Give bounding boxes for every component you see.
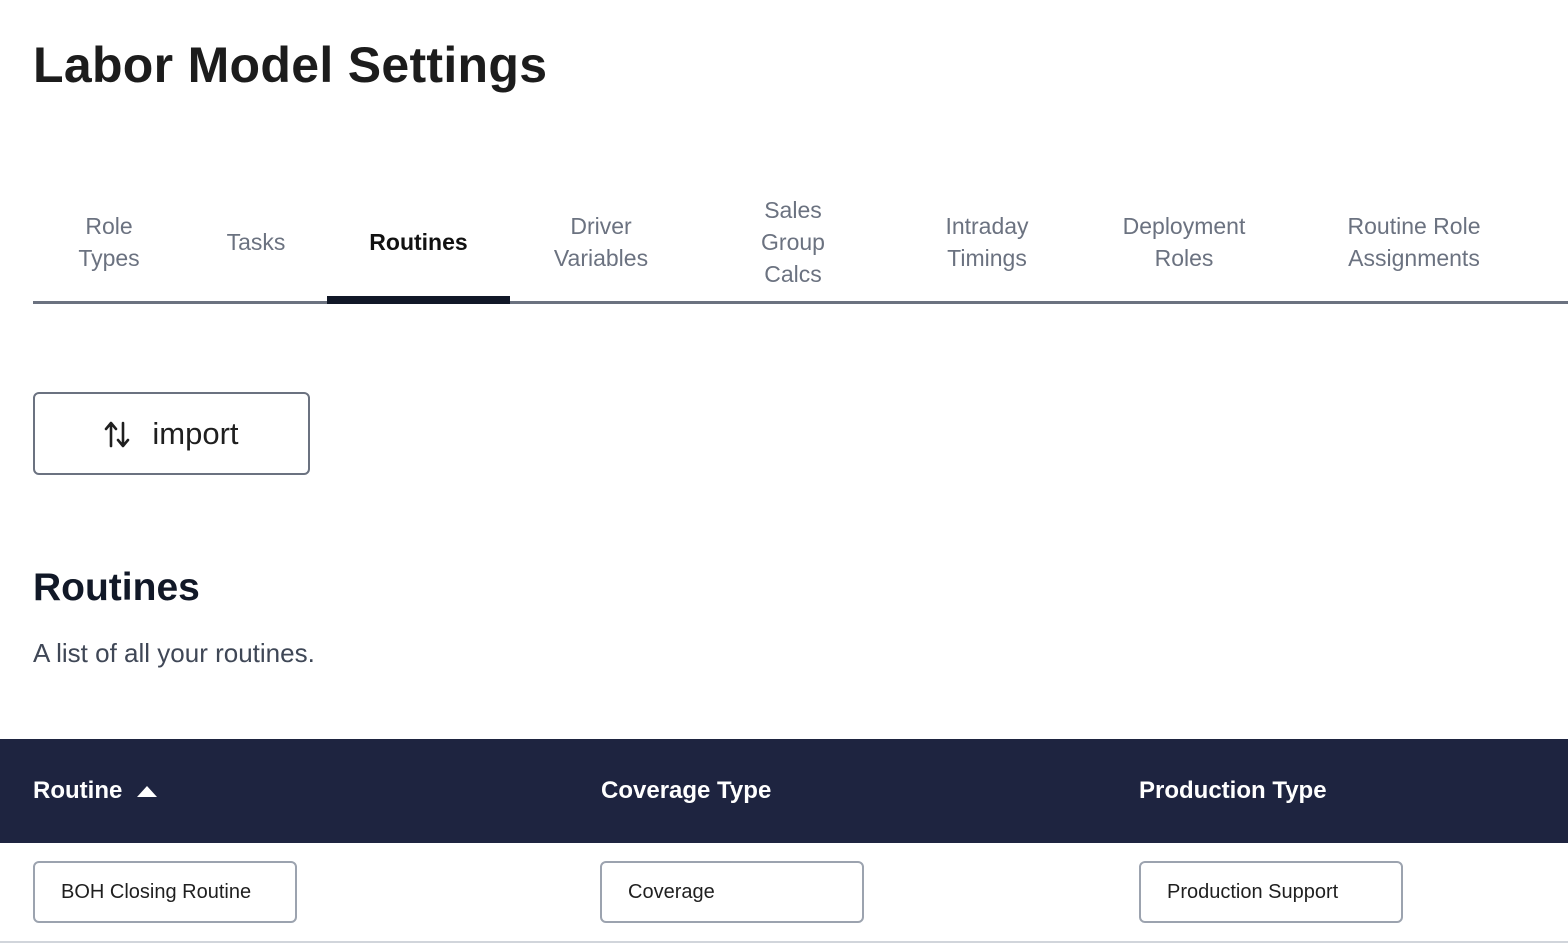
column-header-label: Routine: [33, 777, 123, 804]
swap-vertical-icon: [104, 419, 130, 449]
column-header-routine[interactable]: Routine: [33, 739, 158, 843]
page-title: Labor Model Settings: [33, 37, 548, 93]
tab-role-types[interactable]: Role Types: [33, 182, 185, 301]
production-type-field[interactable]: Production Support: [1139, 861, 1403, 923]
tab-tasks[interactable]: Tasks: [185, 182, 327, 301]
tab-sales-group-calcs[interactable]: Sales Group Calcs: [692, 182, 894, 301]
tab-deployment-roles[interactable]: Deployment Roles: [1080, 182, 1288, 301]
caret-up-icon: [136, 784, 158, 798]
coverage-type-field[interactable]: Coverage: [600, 861, 864, 923]
section-title: Routines: [33, 566, 200, 609]
import-label: import: [152, 415, 239, 451]
table-header: Routine Coverage Type Production Type: [0, 739, 1568, 843]
routine-name-field[interactable]: BOH Closing Routine: [33, 861, 297, 923]
tab-routine-role-assignments[interactable]: Routine Role Assignments: [1288, 182, 1540, 301]
tab-intraday-timings[interactable]: Intraday Timings: [894, 182, 1080, 301]
active-tab-indicator: [327, 296, 510, 304]
settings-tabs: Role Types Tasks Routines Driver Variabl…: [33, 182, 1568, 304]
column-header-production-type[interactable]: Production Type: [1139, 739, 1327, 843]
column-header-coverage-type[interactable]: Coverage Type: [601, 739, 771, 843]
tab-routines[interactable]: Routines: [327, 182, 510, 301]
import-button[interactable]: import: [33, 392, 310, 475]
table-row: BOH Closing Routine Coverage Production …: [0, 843, 1568, 943]
tab-driver-variables[interactable]: Driver Variables: [510, 182, 692, 301]
section-description: A list of all your routines.: [33, 638, 315, 668]
